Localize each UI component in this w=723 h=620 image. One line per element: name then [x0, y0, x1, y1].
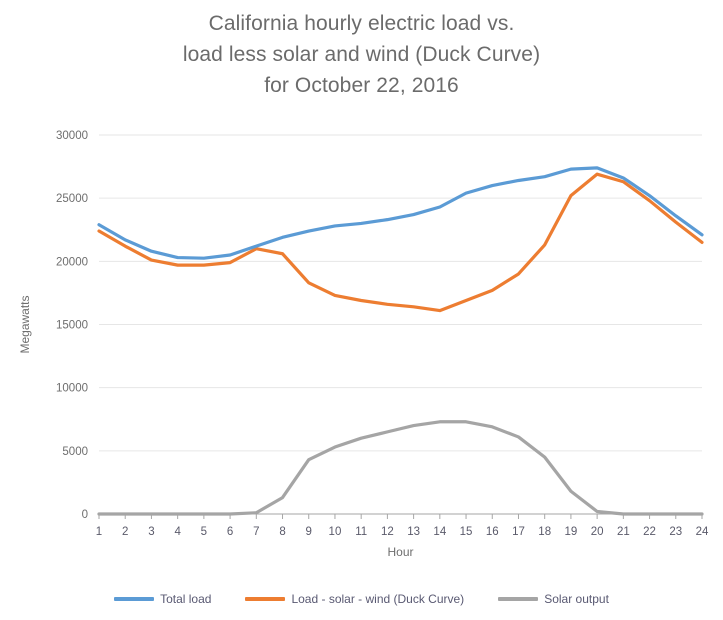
x-tick-label: 22 [643, 526, 656, 538]
x-tick-label: 24 [696, 526, 709, 538]
plot-area: 0500010000150002000025000300001 2 3 4 5 6 7 8 9 1… [18, 130, 709, 559]
x-axis-title: Hour [387, 545, 413, 559]
legend-swatch-duck-curve [245, 597, 286, 601]
x-tick-label: 20 [591, 526, 604, 538]
legend-item-total-load[interactable]: Total load [114, 592, 211, 606]
y-tick-label: 30000 [56, 130, 88, 142]
x-tick-label: 4 [174, 526, 181, 538]
y-tick-label: 15000 [56, 320, 88, 332]
legend-label-duck-curve: Load - solar - wind (Duck Curve) [291, 592, 465, 606]
x-tick-label: 21 [617, 526, 630, 538]
x-tick-label: 12 [381, 526, 394, 538]
x-tick-label: 15 [460, 526, 473, 538]
series-line-duck-curve [97, 172, 704, 313]
x-tick-label: 1 [96, 526, 102, 538]
x-tick-label: 8 [279, 526, 285, 538]
x-tick-label: 13 [407, 526, 420, 538]
x-tick-label: 19 [565, 526, 578, 538]
legend-label-total-load: Total load [160, 592, 212, 606]
y-tick-label: 5000 [62, 446, 88, 458]
x-tick-label: 14 [433, 526, 446, 538]
legend-swatch-solar-output [498, 597, 539, 601]
x-tick-label: 10 [329, 526, 342, 538]
x-tick-label: 17 [512, 526, 525, 538]
x-tick-label: 5 [201, 526, 207, 538]
series-line-total-load [97, 166, 704, 260]
legend-item-duck-curve[interactable]: Load - solar - wind (Duck Curve) [245, 592, 464, 606]
duck-curve-chart: California hourly electric load vs. load… [0, 0, 723, 620]
x-tick-label: 3 [148, 526, 154, 538]
x-tick-label: 16 [486, 526, 499, 538]
legend-label-solar-output: Solar output [544, 592, 609, 606]
x-tick-label: 18 [538, 526, 551, 538]
x-tick-label: 6 [227, 526, 233, 538]
y-tick-label: 25000 [56, 193, 88, 205]
chart-legend: Total load Load - solar - wind (Duck Cur… [0, 592, 723, 606]
y-axis-title: Megawatts [18, 295, 32, 353]
legend-swatch-total-load [114, 597, 155, 601]
y-tick-label: 10000 [56, 383, 88, 395]
y-tick-label: 0 [82, 509, 88, 521]
legend-item-solar-output[interactable]: Solar output [498, 592, 609, 606]
x-tick-label: 23 [669, 526, 682, 538]
x-tick-label: 9 [306, 526, 312, 538]
series-line-solar-output [97, 420, 704, 516]
x-tick-label: 7 [253, 526, 259, 538]
x-tick-label: 2 [122, 526, 128, 538]
y-tick-label: 20000 [56, 256, 88, 268]
x-tick-label: 11 [355, 526, 367, 538]
